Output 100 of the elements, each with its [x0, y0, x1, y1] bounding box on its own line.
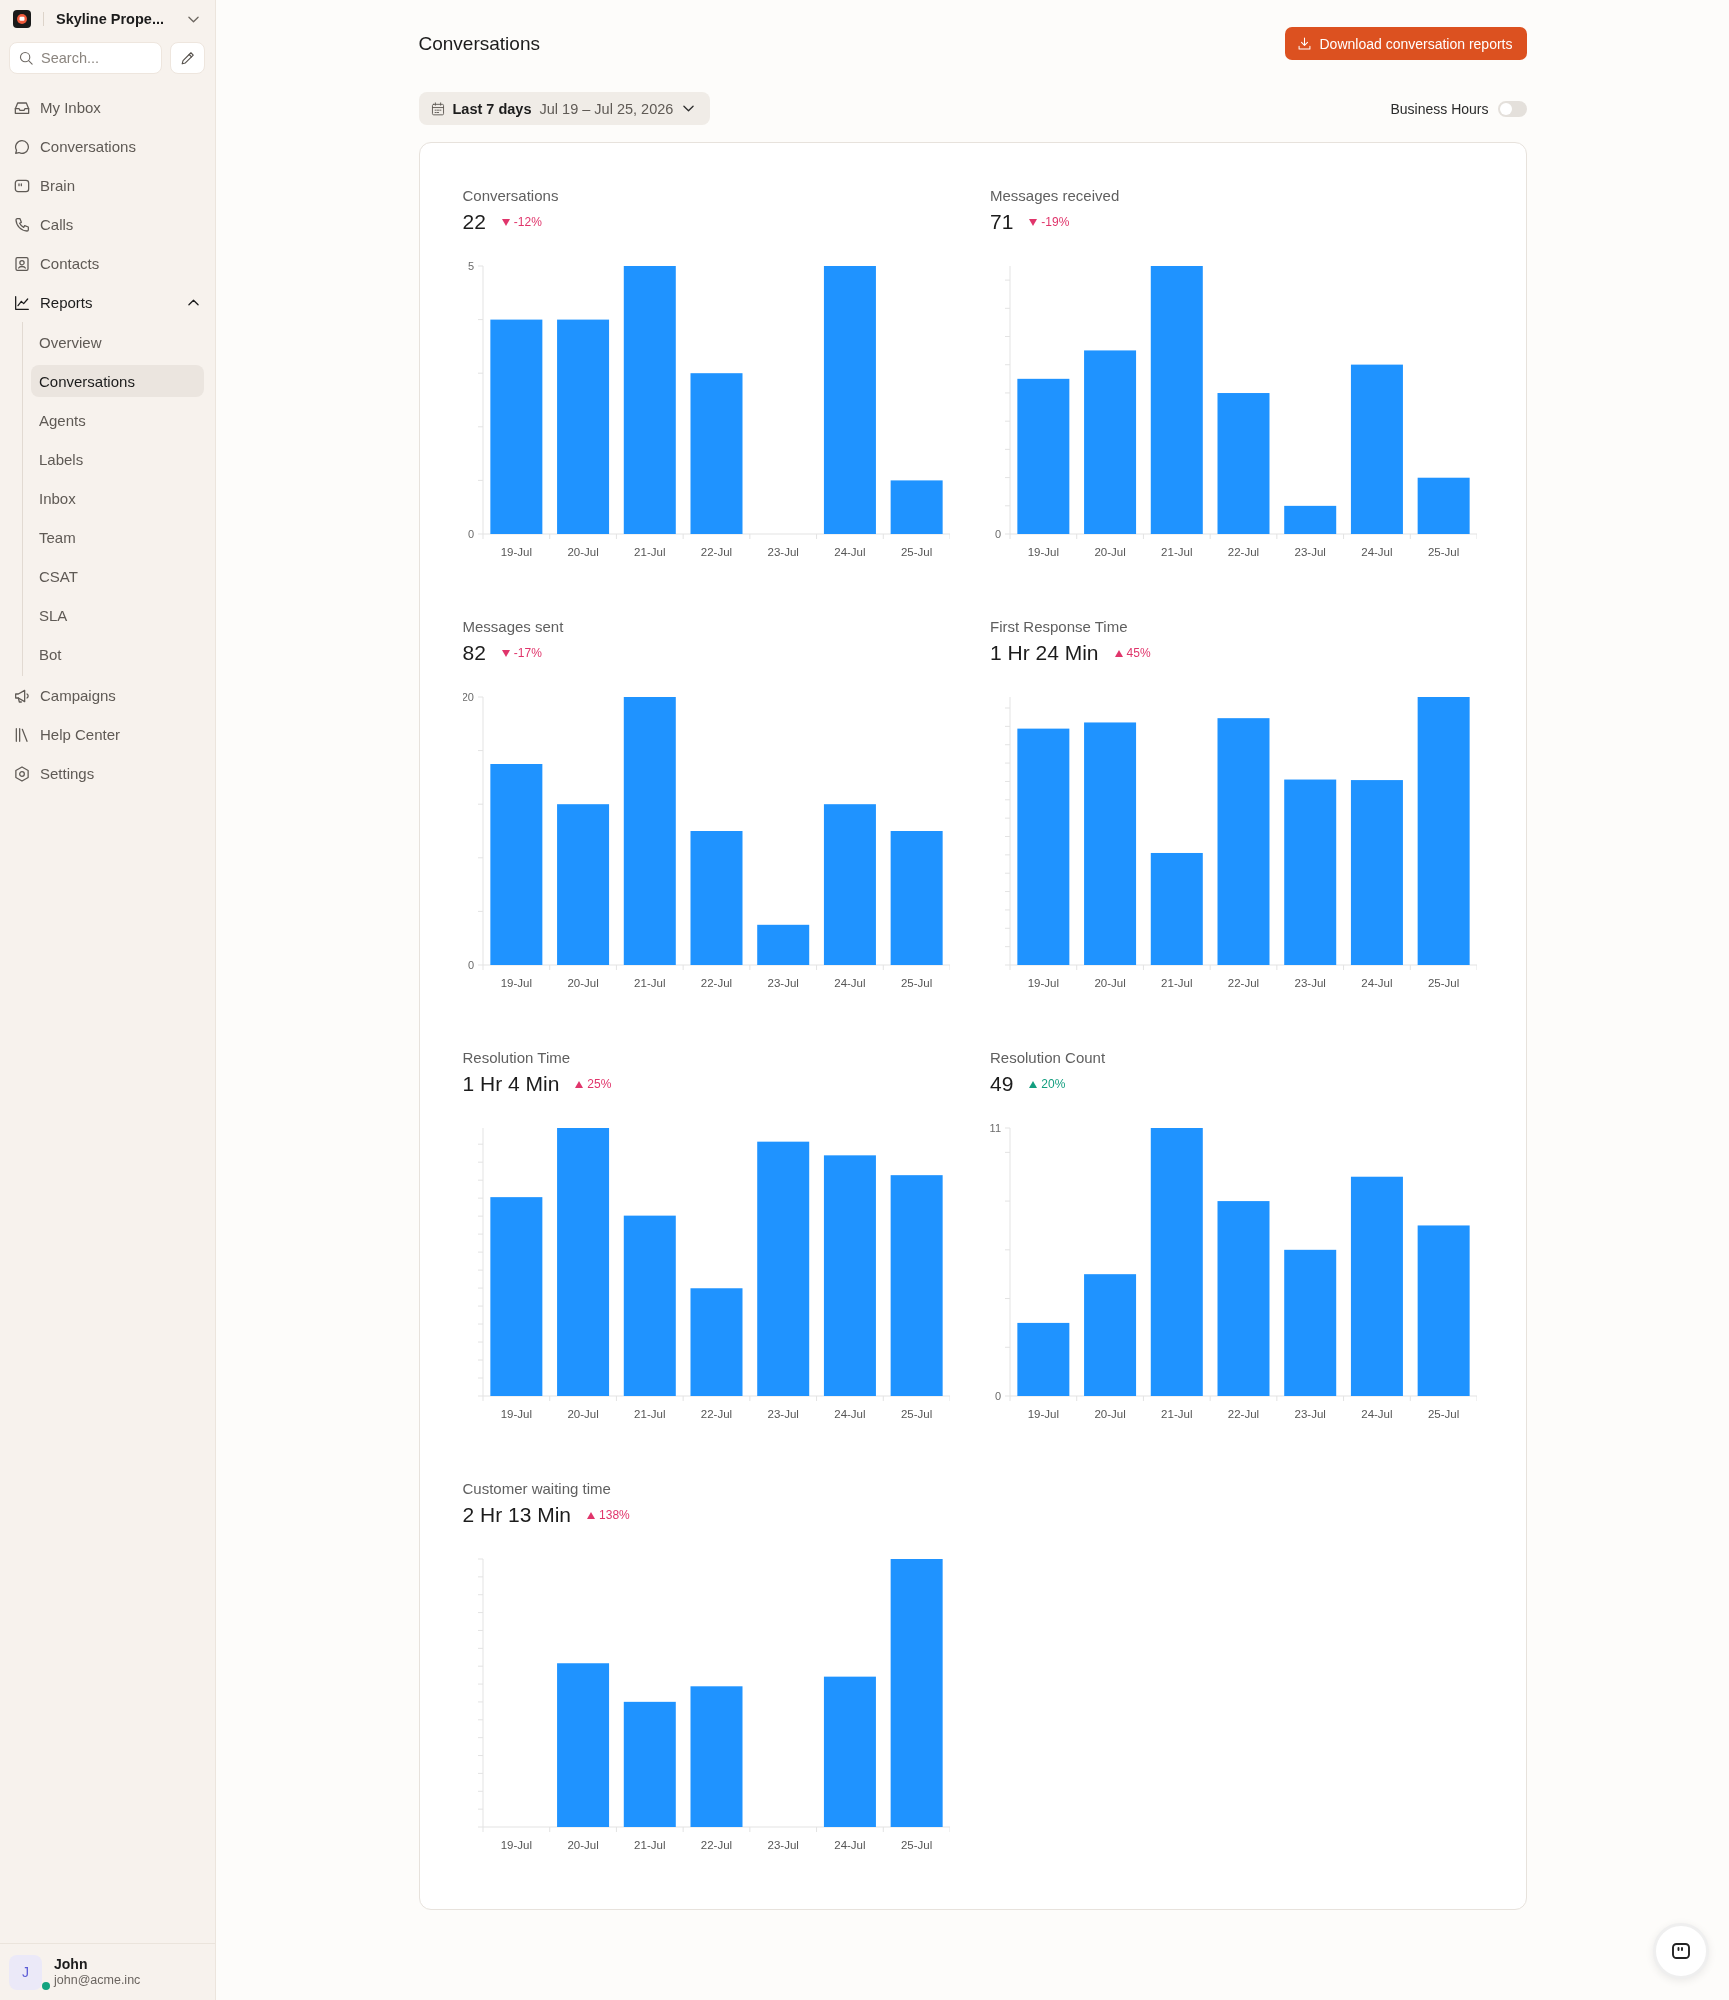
x-axis-label: 24-Jul	[833, 1408, 866, 1420]
phone-icon	[14, 216, 30, 233]
megaphone-icon	[14, 687, 30, 704]
x-axis-label: 22-Jul	[1227, 977, 1260, 989]
x-axis-label: 23-Jul	[767, 1839, 799, 1851]
nav-item[interactable]: Settings	[0, 754, 215, 793]
metric-value: 71	[990, 210, 1014, 234]
x-axis-label: 20-Jul	[1094, 1408, 1126, 1420]
submenu-item[interactable]: Overview	[31, 326, 204, 358]
metric-value: 2 Hr 13 Min	[462, 1503, 572, 1527]
search-input[interactable]: Search...	[41, 48, 152, 68]
user-avatar[interactable]: J	[9, 1954, 42, 1990]
workspace-name[interactable]: Skyline Prope...	[56, 11, 164, 27]
nav-item[interactable]: Calls	[0, 205, 215, 244]
x-axis-label: 24-Jul	[1361, 1408, 1393, 1420]
x-axis-label: 20-Jul	[1094, 977, 1126, 989]
percent-change: 45%	[1126, 646, 1151, 660]
submenu-item[interactable]: Agents	[31, 404, 204, 436]
settings-icon	[14, 765, 30, 782]
submenu-item[interactable]: Bot	[31, 638, 204, 670]
x-axis-label: 23-Jul	[1294, 977, 1326, 989]
books-icon	[14, 726, 30, 743]
download-button[interactable]: Download conversation reports	[1284, 27, 1527, 60]
submenu-item[interactable]: SLA	[31, 599, 204, 631]
nav-item[interactable]: Reports	[0, 283, 215, 322]
metric-title: Messages received	[990, 186, 1120, 206]
metric-value: 1 Hr 4 Min	[462, 1072, 560, 1096]
metric-title: Resolution Time	[462, 1048, 571, 1068]
nav-item[interactable]: My Inbox	[0, 88, 215, 127]
y-axis-label: 0	[467, 528, 474, 540]
x-axis-label: 25-Jul	[900, 977, 932, 989]
chevron-down-icon	[188, 15, 199, 23]
date-range-dropdown[interactable]: Last 7 days Jul 19 – Jul 25, 2026	[418, 92, 711, 125]
pencil-icon	[180, 51, 195, 65]
search-bar[interactable]: Search...	[9, 42, 162, 74]
submenu-item[interactable]: Team	[31, 521, 204, 553]
x-axis-label: 20-Jul	[1094, 546, 1126, 558]
x-axis-label: 24-Jul	[1361, 977, 1393, 989]
y-axis-label: 20	[462, 691, 474, 703]
x-axis-label: 21-Jul	[1161, 1408, 1193, 1420]
x-axis-label: 21-Jul	[633, 1839, 665, 1851]
contact-card-icon	[14, 255, 30, 272]
metric-value: 82	[462, 641, 486, 665]
x-axis-label: 19-Jul	[1027, 977, 1059, 989]
x-axis-label: 25-Jul	[1428, 977, 1460, 989]
y-axis-label: 0	[994, 528, 1001, 540]
percent-change: 138%	[599, 1508, 630, 1522]
x-axis-label: 22-Jul	[700, 1839, 732, 1851]
compose-button[interactable]	[170, 42, 205, 74]
x-axis-label: 20-Jul	[566, 977, 599, 989]
metric-title: Resolution Count	[990, 1048, 1106, 1068]
x-axis-label: 24-Jul	[833, 977, 866, 989]
submenu-item[interactable]: CSAT	[31, 560, 204, 592]
metric-value: 1 Hr 24 Min	[990, 641, 1099, 665]
nav-item[interactable]: Help Center	[0, 715, 215, 754]
chat-button[interactable]	[1653, 1923, 1709, 1979]
x-axis-label: 19-Jul	[500, 1408, 532, 1420]
x-axis-label: 25-Jul	[1428, 546, 1460, 558]
x-axis-label: 22-Jul	[1227, 1408, 1260, 1420]
user-name: John	[54, 1956, 88, 1972]
y-axis-label: 11	[990, 1122, 1001, 1134]
chart-bar	[890, 480, 943, 534]
nav-item[interactable]: Brain	[0, 166, 215, 205]
submenu-item[interactable]: Conversations	[31, 365, 204, 397]
submenu-item[interactable]: Inbox	[31, 482, 204, 514]
percent-change: -19%	[1041, 215, 1070, 229]
x-axis-label: 23-Jul	[767, 977, 799, 989]
x-axis-label: 21-Jul	[1161, 977, 1193, 989]
x-axis-label: 25-Jul	[1428, 1408, 1460, 1420]
x-axis-label: 21-Jul	[633, 1408, 665, 1420]
x-axis-label: 25-Jul	[900, 546, 932, 558]
metric-title: Customer waiting time	[462, 1479, 611, 1499]
percent-change: -12%	[513, 215, 542, 229]
metric-title: First Response Time	[990, 617, 1128, 637]
percent-change: -17%	[513, 646, 542, 660]
submenu-item[interactable]: Labels	[31, 443, 204, 475]
x-axis-label: 25-Jul	[900, 1839, 932, 1851]
metric-value: 49	[990, 1072, 1014, 1096]
search-icon	[19, 51, 33, 65]
nav-item[interactable]: Conversations	[0, 127, 215, 166]
x-axis-label: 21-Jul	[1161, 546, 1193, 558]
inbox-icon	[14, 99, 30, 116]
user-email: john@acme.inc	[54, 1972, 141, 1988]
nav-item[interactable]: Contacts	[0, 244, 215, 283]
x-axis-label: 22-Jul	[700, 546, 732, 558]
speech-bubble-icon	[14, 138, 30, 155]
business-hours-label: Business Hours	[1390, 100, 1489, 117]
x-axis-label: 22-Jul	[700, 977, 732, 989]
business-hours-toggle[interactable]	[1497, 100, 1527, 117]
nav-item[interactable]: Campaigns	[0, 676, 215, 715]
x-axis-label: 20-Jul	[566, 546, 599, 558]
x-axis-label: 23-Jul	[1294, 546, 1326, 558]
x-axis-label: 19-Jul	[500, 546, 532, 558]
logo-icon	[13, 10, 31, 28]
chevron-down-icon	[683, 105, 695, 112]
metric-title: Messages sent	[462, 617, 564, 637]
y-axis-label: 0	[994, 1390, 1001, 1402]
x-axis-label: 19-Jul	[500, 977, 532, 989]
x-axis-label: 22-Jul	[700, 1408, 732, 1420]
chat-icon	[1672, 1943, 1690, 1959]
